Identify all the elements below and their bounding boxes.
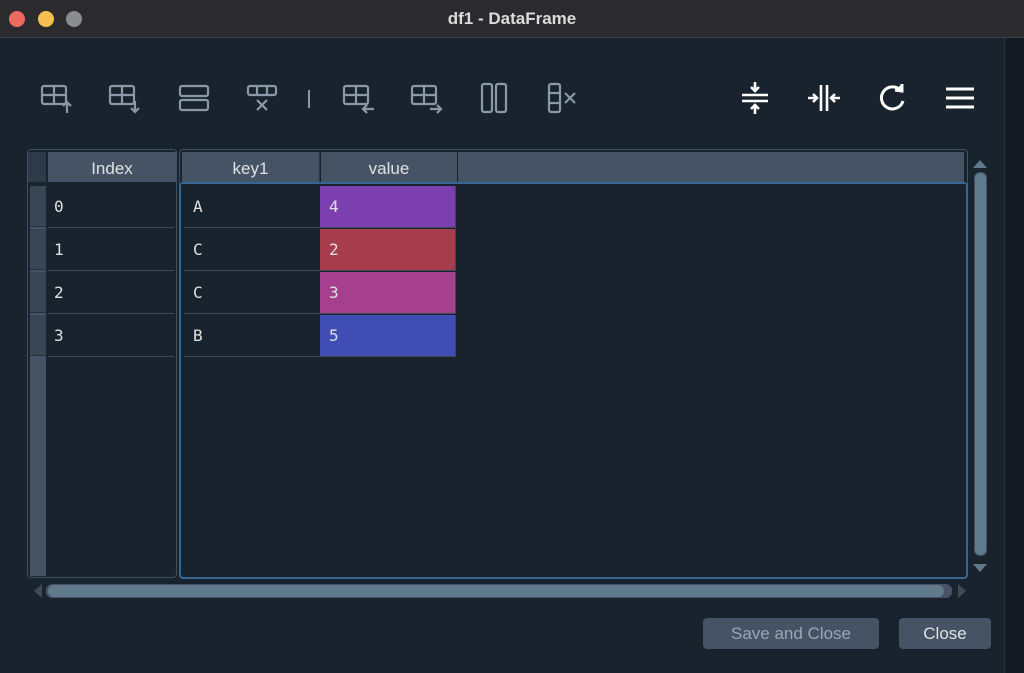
index-header[interactable]: Index: [48, 152, 176, 182]
column-header-key1[interactable]: key1: [182, 152, 320, 182]
remove-row-icon[interactable]: [244, 80, 280, 116]
table-cell-value[interactable]: 5: [320, 315, 456, 357]
insert-row-above-icon[interactable]: [38, 80, 74, 116]
vertical-scroll-thumb[interactable]: [975, 173, 986, 555]
row-gutter-cell[interactable]: [30, 186, 46, 227]
row-gutter-cell[interactable]: [30, 315, 46, 356]
scroll-up-icon[interactable]: [973, 160, 987, 168]
resize-columns-icon[interactable]: [806, 80, 842, 116]
table-cell-key1[interactable]: C: [184, 272, 320, 314]
insert-row-below-icon[interactable]: [106, 80, 142, 116]
index-header-label: Index: [91, 159, 133, 178]
duplicate-column-icon[interactable]: [476, 80, 512, 116]
toolbar: [0, 70, 1000, 126]
horizontal-scroll-thumb[interactable]: [48, 585, 944, 597]
table-cell-value[interactable]: 2: [320, 229, 456, 271]
table-cell-key1[interactable]: C: [184, 229, 320, 271]
refresh-icon[interactable]: [874, 80, 910, 116]
menu-icon[interactable]: [942, 80, 978, 116]
insert-column-left-icon[interactable]: [340, 80, 376, 116]
row-gutter-cell[interactable]: [30, 229, 46, 270]
index-cell[interactable]: 0: [48, 186, 174, 228]
column-header-value[interactable]: value: [321, 152, 457, 182]
horizontal-scrollbar[interactable]: [34, 582, 966, 600]
data-table: key1 value A 4 C 2 C 3 B 5: [179, 149, 968, 578]
scroll-down-icon[interactable]: [973, 564, 987, 572]
scroll-left-icon[interactable]: [34, 584, 42, 598]
index-cell[interactable]: 3: [48, 315, 174, 357]
window-edge: [1004, 38, 1024, 673]
window-title: df1 - DataFrame: [447, 9, 577, 28]
title-bar: df1 - DataFrame: [0, 0, 1024, 38]
resize-rows-icon[interactable]: [737, 80, 773, 116]
table-cell-key1[interactable]: B: [184, 315, 320, 357]
header-filler: [458, 152, 964, 182]
index-panel: Index 0 1 2 3: [27, 149, 177, 578]
duplicate-row-icon[interactable]: [176, 80, 212, 116]
table-cell-value[interactable]: 4: [320, 186, 456, 228]
index-cell[interactable]: 1: [48, 229, 174, 271]
scroll-right-icon[interactable]: [958, 584, 966, 598]
insert-column-right-icon[interactable]: [408, 80, 444, 116]
toolbar-separator: [308, 90, 310, 108]
row-gutter-cell[interactable]: [30, 272, 46, 313]
index-cell[interactable]: 2: [48, 272, 174, 314]
close-button[interactable]: Close: [899, 618, 991, 649]
index-header-corner: [28, 152, 46, 182]
table-cell-value[interactable]: 3: [320, 272, 456, 314]
remove-column-icon[interactable]: [545, 80, 581, 116]
table-cell-key1[interactable]: A: [184, 186, 320, 228]
vertical-scrollbar[interactable]: [972, 160, 988, 572]
save-and-close-button[interactable]: Save and Close: [703, 618, 879, 649]
